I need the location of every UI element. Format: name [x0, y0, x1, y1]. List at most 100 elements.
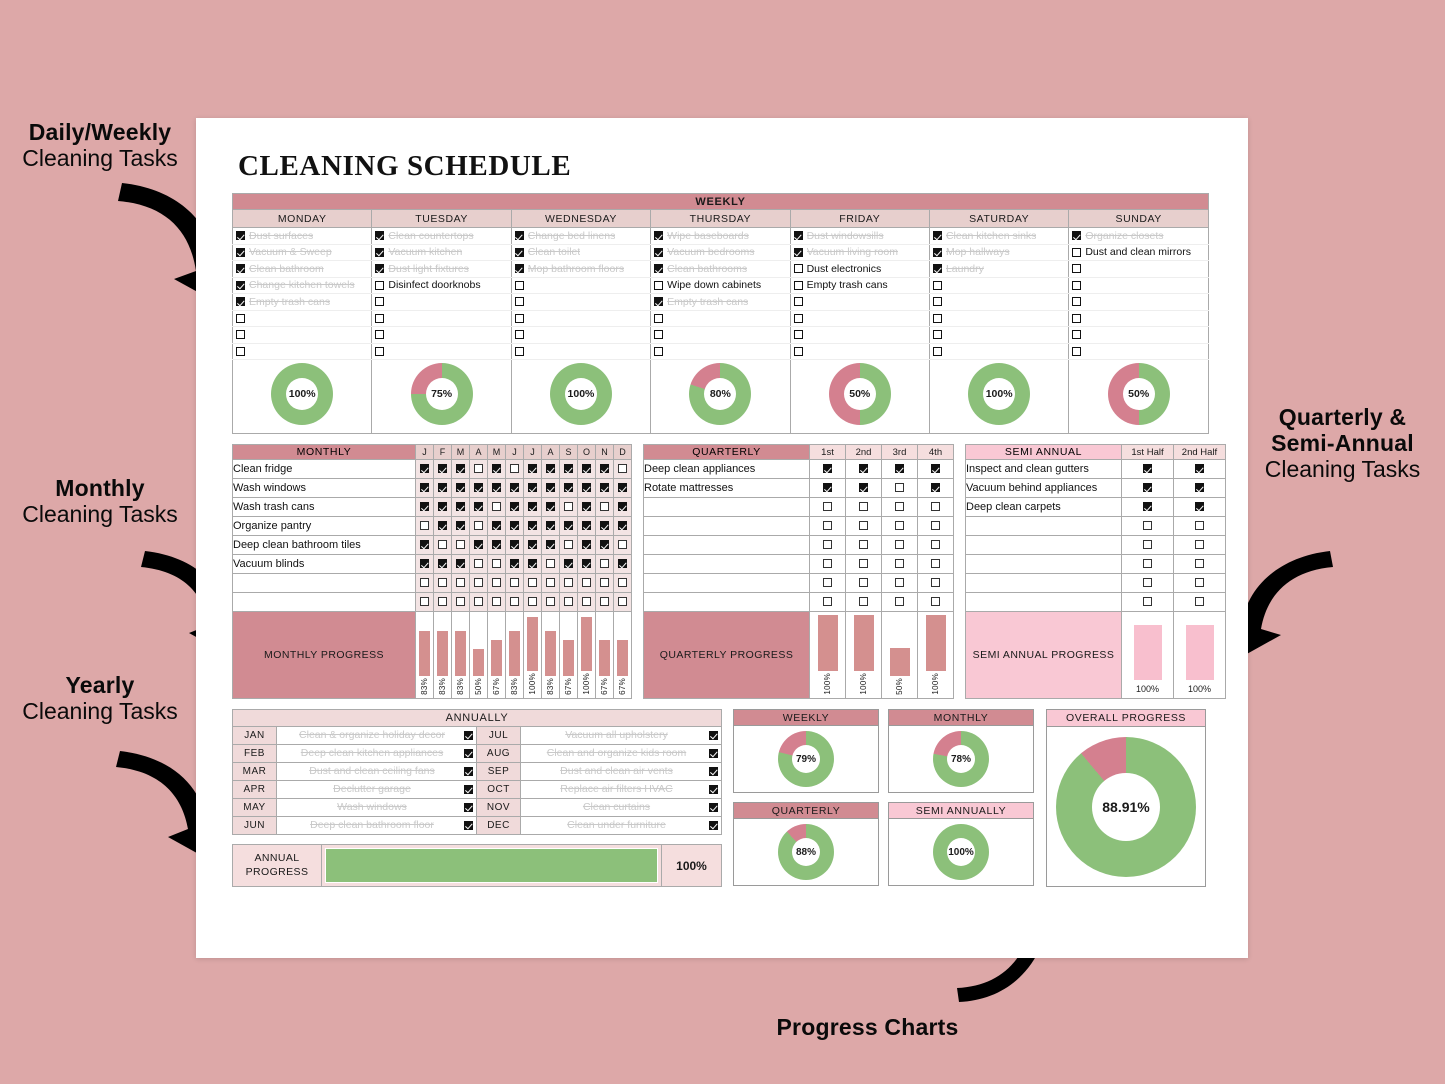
weekly-task-cell[interactable]	[231, 310, 373, 327]
monthly-checkbox-cell[interactable]	[433, 573, 452, 593]
checkbox-checked[interactable]	[1143, 464, 1152, 474]
checkbox-unchecked[interactable]	[859, 578, 868, 588]
checkbox-unchecked[interactable]	[514, 330, 524, 340]
weekly-task-cell[interactable]	[1068, 310, 1209, 327]
weekly-task-cell[interactable]: Vacuum living room	[789, 244, 930, 261]
annually-task-cell[interactable]: Replace air filters HVAC	[520, 780, 722, 799]
semi-annual-task-label[interactable]: Vacuum behind appliances	[965, 478, 1122, 498]
checkbox-checked[interactable]	[528, 540, 537, 550]
monthly-checkbox-cell[interactable]	[451, 554, 470, 574]
monthly-checkbox-cell[interactable]	[559, 516, 578, 536]
quarterly-checkbox-cell[interactable]	[845, 554, 882, 574]
checkbox-unchecked[interactable]	[932, 297, 942, 307]
monthly-checkbox-cell[interactable]	[469, 516, 488, 536]
checkbox-checked[interactable]	[492, 540, 501, 550]
monthly-checkbox-cell[interactable]	[559, 478, 578, 498]
monthly-checkbox-cell[interactable]	[541, 459, 560, 479]
checkbox-unchecked[interactable]	[654, 280, 664, 290]
semi-annual-task-label[interactable]: Inspect and clean gutters	[965, 459, 1122, 479]
weekly-task-cell[interactable]: Dust and clean mirrors	[1068, 244, 1209, 261]
checkbox-checked[interactable]	[582, 464, 591, 474]
monthly-checkbox-cell[interactable]	[595, 516, 614, 536]
quarterly-checkbox-cell[interactable]	[809, 592, 846, 612]
quarterly-checkbox-cell[interactable]	[845, 459, 882, 479]
checkbox-unchecked[interactable]	[931, 521, 940, 531]
checkbox-unchecked[interactable]	[931, 540, 940, 550]
checkbox-checked[interactable]	[582, 540, 591, 550]
monthly-checkbox-cell[interactable]	[595, 535, 614, 555]
checkbox-checked[interactable]	[420, 502, 429, 512]
monthly-checkbox-cell[interactable]	[541, 497, 560, 517]
annually-task-cell[interactable]: Declutter garage	[276, 780, 477, 799]
semi-annual-task-label[interactable]	[965, 535, 1122, 555]
monthly-checkbox-cell[interactable]	[523, 478, 542, 498]
checkbox-checked[interactable]	[420, 559, 429, 569]
checkbox-unchecked[interactable]	[931, 578, 940, 588]
monthly-checkbox-cell[interactable]	[433, 554, 452, 574]
checkbox-unchecked[interactable]	[859, 559, 868, 569]
checkbox-unchecked[interactable]	[474, 521, 483, 531]
checkbox-checked[interactable]	[1195, 502, 1204, 512]
semi-annual-checkbox-cell[interactable]	[1173, 459, 1226, 479]
checkbox-unchecked[interactable]	[236, 330, 245, 340]
checkbox-unchecked[interactable]	[510, 464, 519, 474]
checkbox-checked[interactable]	[528, 521, 537, 531]
monthly-checkbox-cell[interactable]	[559, 573, 578, 593]
monthly-checkbox-cell[interactable]	[487, 592, 506, 612]
monthly-checkbox-cell[interactable]	[505, 535, 524, 555]
monthly-checkbox-cell[interactable]	[451, 535, 470, 555]
monthly-checkbox-cell[interactable]	[595, 573, 614, 593]
checkbox-unchecked[interactable]	[582, 597, 591, 607]
quarterly-task-label[interactable]	[643, 554, 810, 574]
monthly-checkbox-cell[interactable]	[415, 592, 434, 612]
weekly-task-cell[interactable]	[1068, 293, 1209, 311]
weekly-task-cell[interactable]: Clean countertops	[371, 227, 512, 245]
checkbox-unchecked[interactable]	[931, 559, 940, 569]
quarterly-task-label[interactable]: Deep clean appliances	[643, 459, 810, 479]
weekly-task-cell[interactable]	[371, 326, 512, 344]
checkbox-unchecked[interactable]	[420, 597, 429, 607]
quarterly-checkbox-cell[interactable]	[917, 516, 954, 536]
checkbox-checked[interactable]	[931, 483, 940, 493]
checkbox-checked[interactable]	[438, 464, 447, 474]
checkbox-checked[interactable]	[600, 464, 609, 474]
weekly-task-cell[interactable]: Laundry	[928, 260, 1070, 278]
monthly-checkbox-cell[interactable]	[577, 459, 596, 479]
weekly-task-cell[interactable]: Clean bathrooms	[650, 260, 791, 278]
checkbox-checked[interactable]	[420, 464, 429, 474]
checkbox-unchecked[interactable]	[474, 578, 483, 588]
weekly-task-cell[interactable]	[231, 343, 373, 360]
monthly-checkbox-cell[interactable]	[523, 554, 542, 574]
checkbox-checked[interactable]	[420, 483, 429, 493]
weekly-task-cell[interactable]	[928, 293, 1070, 311]
checkbox-unchecked[interactable]	[618, 464, 627, 474]
quarterly-task-label[interactable]	[643, 535, 810, 555]
quarterly-checkbox-cell[interactable]	[845, 592, 882, 612]
checkbox-checked[interactable]	[793, 247, 803, 257]
quarterly-checkbox-cell[interactable]	[881, 592, 918, 612]
checkbox-checked[interactable]	[564, 559, 573, 569]
monthly-checkbox-cell[interactable]	[577, 516, 596, 536]
checkbox-unchecked[interactable]	[1072, 346, 1082, 356]
quarterly-checkbox-cell[interactable]	[809, 497, 846, 517]
checkbox-checked[interactable]	[564, 521, 573, 531]
quarterly-checkbox-cell[interactable]	[917, 535, 954, 555]
checkbox-unchecked[interactable]	[932, 313, 942, 323]
monthly-checkbox-cell[interactable]	[451, 478, 470, 498]
quarterly-checkbox-cell[interactable]	[845, 478, 882, 498]
weekly-task-cell[interactable]: Dust surfaces	[231, 227, 373, 245]
weekly-task-cell[interactable]	[510, 343, 652, 360]
semi-annual-checkbox-cell[interactable]	[1121, 516, 1174, 536]
monthly-checkbox-cell[interactable]	[469, 535, 488, 555]
checkbox-checked[interactable]	[793, 231, 803, 241]
monthly-checkbox-cell[interactable]	[451, 516, 470, 536]
checkbox-checked[interactable]	[510, 559, 519, 569]
monthly-checkbox-cell[interactable]	[451, 459, 470, 479]
checkbox-checked[interactable]	[582, 502, 591, 512]
checkbox-unchecked[interactable]	[514, 297, 524, 307]
checkbox-unchecked[interactable]	[546, 559, 555, 569]
checkbox-unchecked[interactable]	[1072, 264, 1082, 274]
checkbox-checked[interactable]	[464, 785, 473, 794]
checkbox-checked[interactable]	[514, 247, 524, 257]
checkbox-checked[interactable]	[546, 483, 555, 493]
